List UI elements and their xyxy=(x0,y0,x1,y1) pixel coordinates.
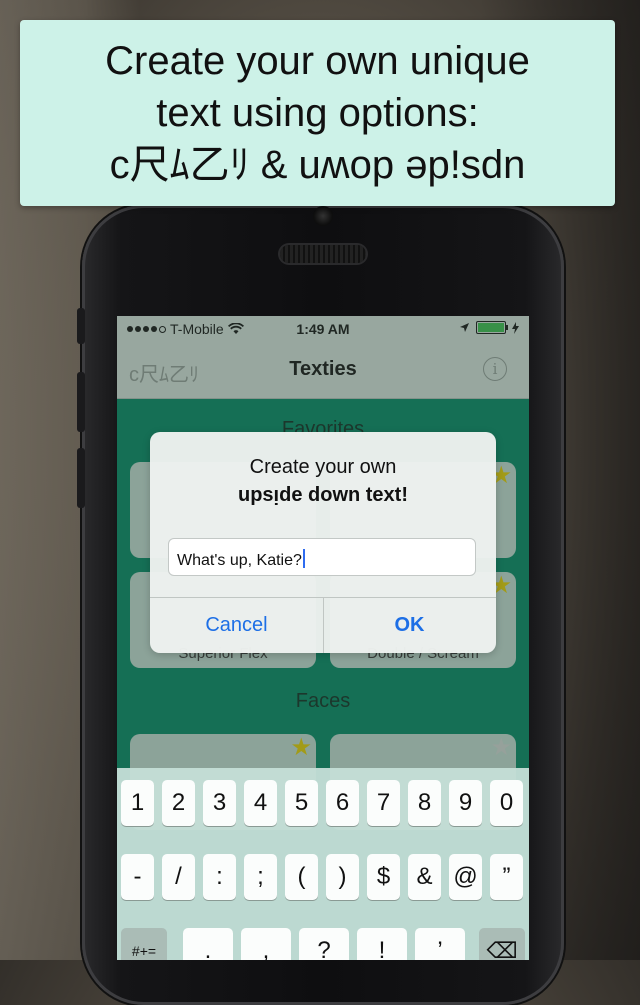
key-period[interactable]: . xyxy=(183,928,233,960)
key-9[interactable]: 9 xyxy=(449,780,482,826)
key-2[interactable]: 2 xyxy=(162,780,195,826)
text-caret xyxy=(302,549,305,568)
key-close-paren[interactable]: ) xyxy=(326,854,359,900)
key-3[interactable]: 3 xyxy=(203,780,236,826)
key-question[interactable]: ? xyxy=(299,928,349,960)
key-colon[interactable]: : xyxy=(203,854,236,900)
key-semicolon[interactable]: ; xyxy=(244,854,277,900)
volume-up-button xyxy=(77,372,85,432)
alert-subtitle: upsᴉde down text! xyxy=(238,484,408,506)
key-comma[interactable]: , xyxy=(241,928,291,960)
key-8[interactable]: 8 xyxy=(408,780,441,826)
front-camera xyxy=(313,206,333,226)
mute-switch xyxy=(77,308,85,344)
phone-screen: T-Mobile 1:49 AM c尺ﾑ乙ﾘ Texties i Favorit… xyxy=(117,316,529,960)
ok-button[interactable]: OK xyxy=(323,597,496,653)
key-open-paren[interactable]: ( xyxy=(285,854,318,900)
banner-line-3: c尺ﾑ乙ﾘ & uʍop əp!sdn xyxy=(109,143,526,187)
banner-line-2: text using options: xyxy=(156,91,479,135)
key-quote[interactable]: ” xyxy=(490,854,523,900)
key-hyphen[interactable]: - xyxy=(121,854,154,900)
key-apostrophe[interactable]: ’ xyxy=(415,928,465,960)
key-dollar[interactable]: $ xyxy=(367,854,400,900)
earpiece-speaker xyxy=(280,245,366,263)
custom-text-input[interactable]: What's up, Katie? xyxy=(168,538,476,576)
key-0[interactable]: 0 xyxy=(490,780,523,826)
cancel-button[interactable]: Cancel xyxy=(150,597,323,653)
key-exclamation[interactable]: ! xyxy=(357,928,407,960)
key-5[interactable]: 5 xyxy=(285,780,318,826)
key-1[interactable]: 1 xyxy=(121,780,154,826)
volume-down-button xyxy=(77,448,85,508)
create-text-alert: Create your own upsᴉde down text! What's… xyxy=(150,432,496,653)
key-7[interactable]: 7 xyxy=(367,780,400,826)
input-value: What's up, Katie? xyxy=(177,552,302,569)
banner-line-1: Create your own unique xyxy=(105,39,530,83)
key-ampersand[interactable]: & xyxy=(408,854,441,900)
promo-banner: Create your own unique text using option… xyxy=(20,20,615,206)
alert-title: Create your own xyxy=(249,456,397,478)
key-slash[interactable]: / xyxy=(162,854,195,900)
key-4[interactable]: 4 xyxy=(244,780,277,826)
key-at[interactable]: @ xyxy=(449,854,482,900)
key-more-symbols[interactable]: #+= xyxy=(121,928,167,960)
keyboard: 1 2 3 4 5 6 7 8 9 0 - / : ; ( ) $ & @ ” … xyxy=(117,768,529,960)
backspace-icon[interactable]: ⌫ xyxy=(479,928,525,960)
key-6[interactable]: 6 xyxy=(326,780,359,826)
